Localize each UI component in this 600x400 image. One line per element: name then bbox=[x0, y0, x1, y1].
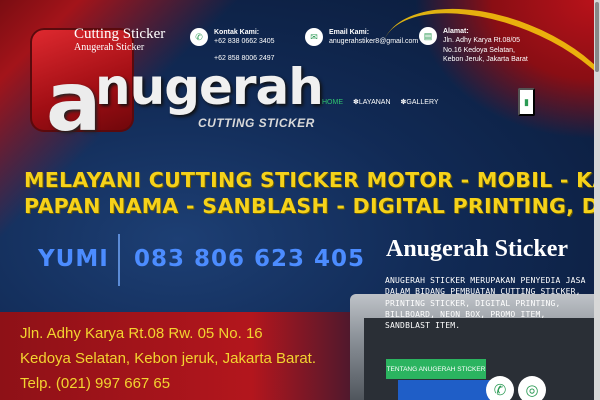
nav-layanan-label: LAYANAN bbox=[358, 99, 391, 106]
main-nav: HOME ✽LAYANAN ✽GALLERY bbox=[322, 91, 534, 113]
floating-phone-button[interactable]: ✆ bbox=[486, 376, 514, 400]
contact-phone-2[interactable]: +62 858 8006 2497 bbox=[214, 54, 275, 63]
hero-description: ANUGERAH STICKER MERUPAKAN PENYEDIA JASA… bbox=[385, 276, 586, 331]
about-button[interactable]: TENTANG ANUGERAH STICKER bbox=[386, 359, 486, 379]
contact-address-line-3: Kebon Jeruk, Jakarta Barat bbox=[443, 56, 528, 64]
phone-icon: ✆ bbox=[493, 382, 507, 399]
nav-gallery-label: GALLERY bbox=[406, 99, 439, 106]
contact-phone-label: Kontak Kami: bbox=[214, 29, 260, 36]
nav-home[interactable]: HOME bbox=[322, 99, 343, 106]
contact-address-line-2: No.16 Kedoya Selatan, bbox=[443, 46, 515, 54]
contact-email-value[interactable]: anugerahstiker8@gmail.com bbox=[329, 37, 418, 46]
menu-icon: ▮ bbox=[524, 96, 529, 107]
contact-phone-1[interactable]: +62 838 0662 3405 bbox=[214, 37, 275, 46]
banner-address-line-1: Jln. Adhy Karya Rt.08 Rw. 05 No. 16 bbox=[20, 325, 263, 342]
scrollbar-thumb[interactable] bbox=[595, 2, 599, 72]
banner-services-line-1: MELAYANI CUTTING STICKER MOTOR - MOBIL -… bbox=[24, 168, 594, 192]
banner-address-line-3: Telp. (021) 997 667 65 bbox=[20, 375, 171, 392]
nav-gallery[interactable]: ✽GALLERY bbox=[401, 98, 439, 106]
banner-address-line-2: Kedoya Selatan, Kebon jeruk, Jakarta Bar… bbox=[20, 350, 317, 367]
logo-word: nugerah bbox=[95, 58, 324, 116]
contact-address-line-1: Jln. Adhy Karya Rt.08/05 bbox=[443, 37, 521, 45]
logo-letter: a bbox=[46, 55, 101, 150]
floating-whatsapp-button[interactable]: ◎ bbox=[518, 376, 546, 400]
logo-subtitle: CUTTING STICKER bbox=[198, 116, 315, 130]
phone-icon: ✆ bbox=[190, 28, 208, 46]
hero-title: Anugerah Sticker bbox=[386, 236, 568, 262]
nav-layanan[interactable]: ✽LAYANAN bbox=[353, 98, 391, 106]
banner-phone: 083 806 623 405 bbox=[134, 246, 366, 272]
contact-email-label: Email Kami: bbox=[329, 29, 370, 36]
banner-services-line-2: PAPAN NAMA - SANBLASH - DIGITAL PRINTING… bbox=[24, 194, 594, 218]
map-icon: ▤ bbox=[419, 27, 437, 45]
contact-address-label: Alamat: bbox=[443, 28, 469, 35]
page-scrollbar[interactable] bbox=[594, 0, 600, 400]
whatsapp-icon: ◎ bbox=[525, 382, 539, 399]
contact-name: YUMI bbox=[38, 246, 109, 272]
divider bbox=[118, 234, 120, 286]
mail-icon: ✉ bbox=[305, 28, 323, 46]
hero-banner: a nugerah CUTTING STICKER Cutting Sticke… bbox=[0, 0, 594, 400]
site-tagline: Anugerah Sticker bbox=[74, 42, 145, 53]
menu-toggle-button[interactable]: ▮ bbox=[518, 88, 535, 116]
site-title-link[interactable]: Cutting Sticker bbox=[74, 26, 165, 43]
